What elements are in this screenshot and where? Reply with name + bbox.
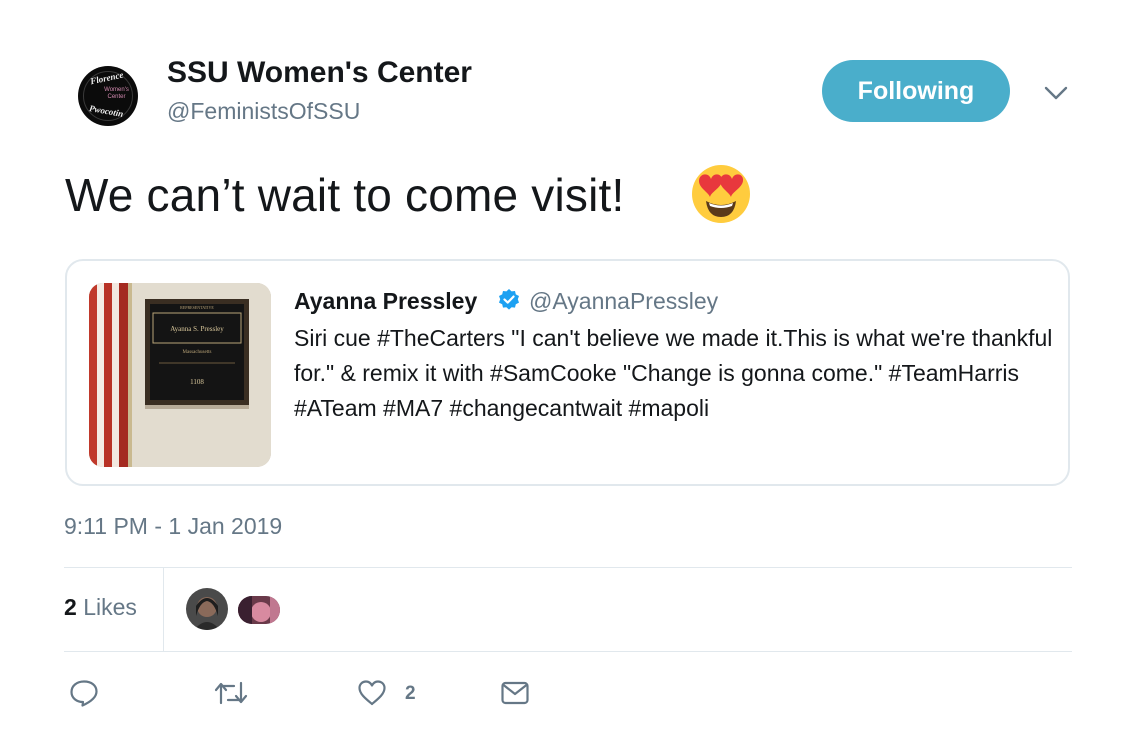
liker-avatar[interactable] <box>186 588 228 630</box>
author-name[interactable]: SSU Women's Center <box>167 56 472 90</box>
chevron-down-icon[interactable] <box>1043 83 1069 103</box>
office-plaque-photo: REPRESENTATIVE Ayanna S. Pressley Massac… <box>89 283 271 467</box>
direct-message-icon[interactable] <box>500 680 530 706</box>
avatar-text-middle: Women's Center <box>104 87 129 100</box>
quoted-tweet-text: Siri cue #TheCarters "I can't believe we… <box>294 325 1053 421</box>
svg-text:REPRESENTATIVE: REPRESENTATIVE <box>180 305 214 310</box>
liker-avatar-image <box>238 596 280 624</box>
author-avatar[interactable]: Florence Women's Center Pwocotin <box>78 66 138 126</box>
divider-bottom <box>64 651 1072 652</box>
plaque-room: 1108 <box>190 378 204 386</box>
likes-count: 2 <box>64 594 77 620</box>
quoted-tweet-image[interactable]: REPRESENTATIVE Ayanna S. Pressley Massac… <box>89 283 271 467</box>
plaque-state: Massachusetts <box>183 350 212 355</box>
tweet-timestamp[interactable]: 9:11 PM - 1 Jan 2019 <box>64 513 282 540</box>
flag <box>89 283 132 467</box>
quoted-author-handle[interactable]: @AyannaPressley <box>529 288 718 315</box>
divider-vertical <box>163 567 164 652</box>
liker-avatar[interactable] <box>238 596 280 624</box>
tweet-text: We can’t wait to come visit! <box>65 169 625 221</box>
quoted-tweet-card[interactable]: REPRESENTATIVE Ayanna S. Pressley Massac… <box>65 259 1070 486</box>
like-action-count: 2 <box>405 683 416 704</box>
quoted-author-name[interactable]: Ayanna Pressley <box>294 288 477 315</box>
reply-icon[interactable] <box>69 679 99 707</box>
retweet-icon[interactable] <box>214 680 248 706</box>
divider-top <box>64 567 1072 568</box>
heart-eyes-emoji-icon <box>692 165 750 223</box>
heart-icon[interactable] <box>357 679 387 707</box>
verified-badge-icon <box>499 289 519 310</box>
following-button[interactable]: Following <box>822 60 1010 122</box>
likes-label: Likes <box>83 594 137 620</box>
likes-stat[interactable]: 2 Likes <box>64 594 137 621</box>
plaque-name: Ayanna S. Pressley <box>170 325 224 333</box>
liker-avatar-image <box>186 588 228 630</box>
author-handle[interactable]: @FeministsOfSSU <box>167 98 360 125</box>
